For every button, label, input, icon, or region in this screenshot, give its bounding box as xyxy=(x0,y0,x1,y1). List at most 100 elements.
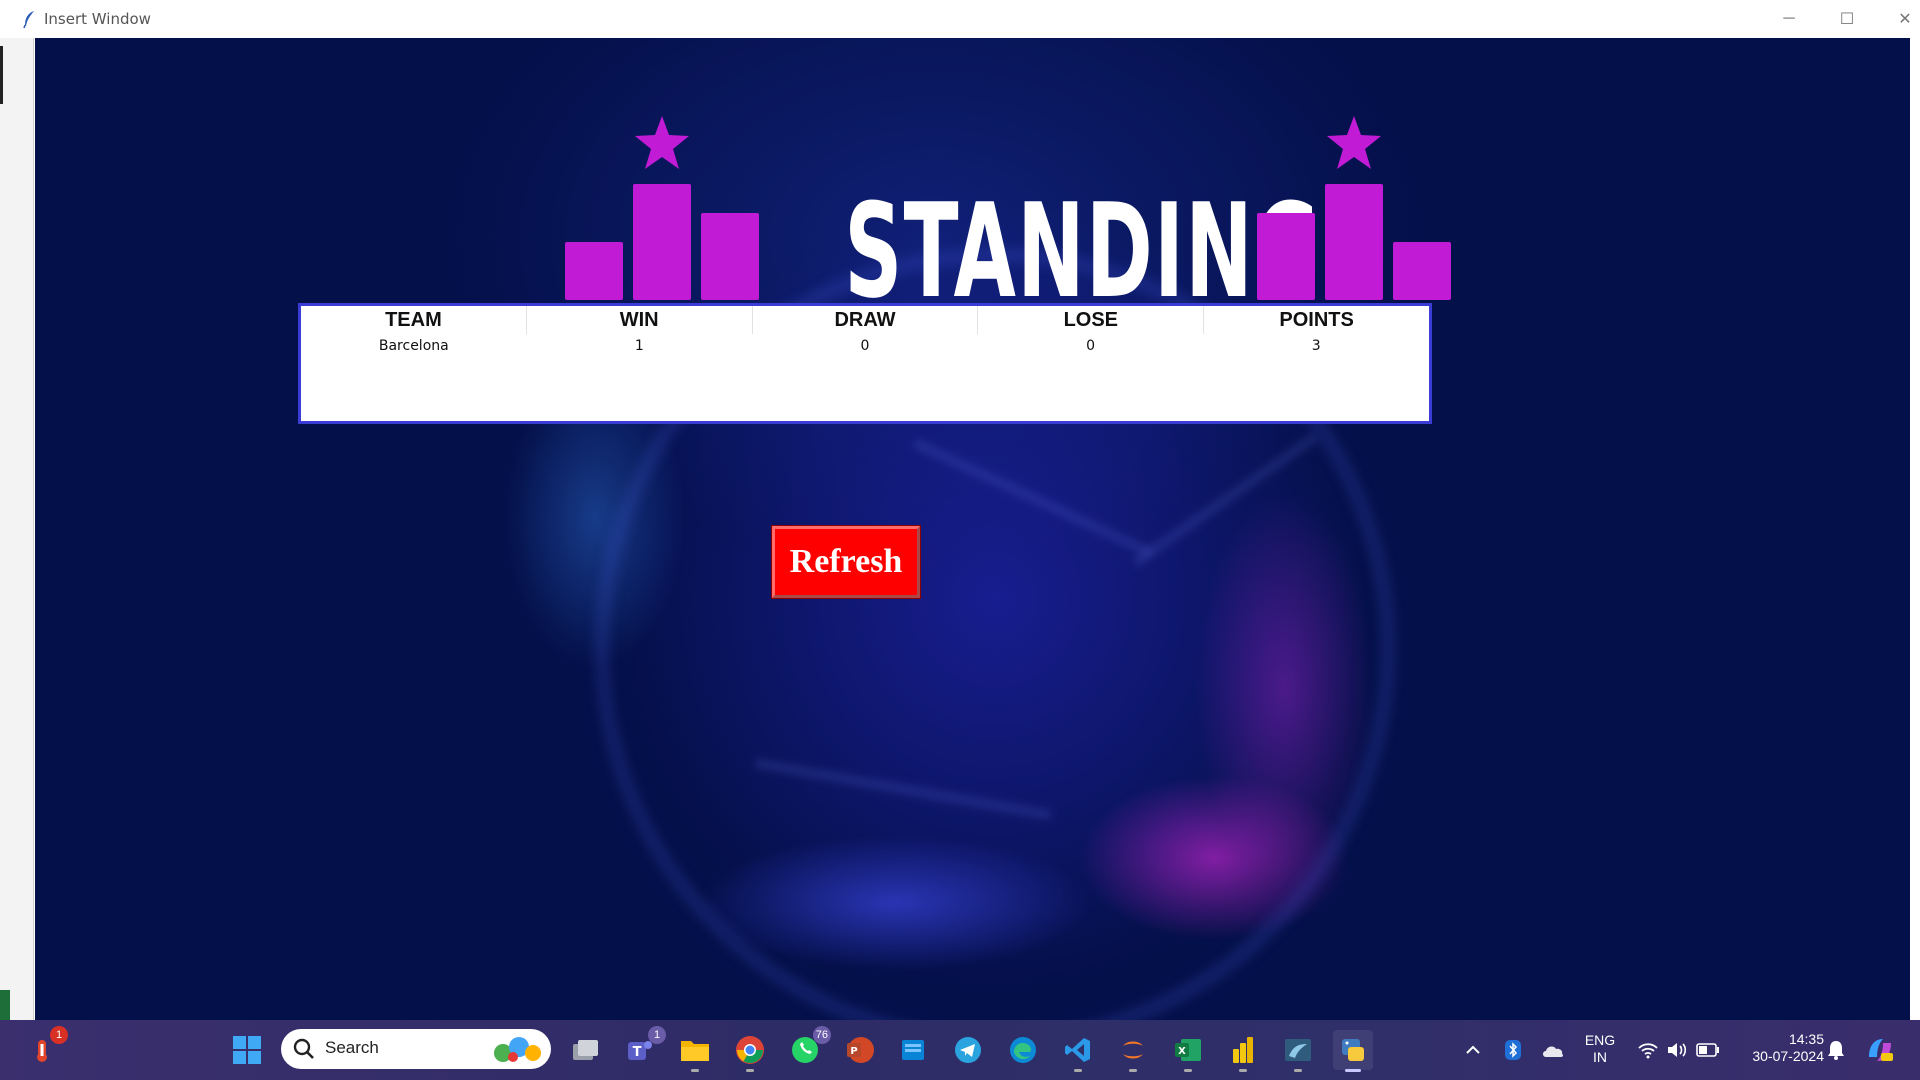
language-indicator[interactable]: ENG IN xyxy=(1578,1032,1622,1066)
running-indicator xyxy=(1074,1069,1082,1072)
bluetooth-icon xyxy=(1505,1040,1521,1060)
title-bar[interactable]: Insert Window ─ ☐ ✕ xyxy=(0,0,1920,38)
feather-icon xyxy=(23,11,34,29)
bluetooth-button[interactable] xyxy=(1493,1030,1533,1070)
taskbar-search[interactable]: Search xyxy=(281,1029,551,1069)
podium-bar xyxy=(1325,184,1383,300)
windows-logo-icon xyxy=(233,1036,261,1064)
cell-draw: 0 xyxy=(860,338,870,354)
chevron-up-icon xyxy=(1466,1045,1480,1054)
whatsapp-button[interactable]: 76 xyxy=(785,1026,831,1070)
edge-marker xyxy=(0,46,3,104)
python-icon xyxy=(1342,1039,1364,1061)
minimize-button[interactable]: ─ xyxy=(1760,0,1818,38)
excel-button[interactable]: X xyxy=(1168,1030,1208,1072)
maximize-icon: ☐ xyxy=(1839,11,1855,28)
search-placeholder: Search xyxy=(325,1038,379,1057)
cell-lose: 0 xyxy=(1086,338,1096,354)
jupyter-button[interactable] xyxy=(1113,1030,1153,1072)
svg-text:T: T xyxy=(633,1045,642,1060)
podium-bar xyxy=(633,184,691,300)
minimize-icon: ─ xyxy=(1783,10,1795,27)
standing-logo: STANDING xyxy=(525,68,1465,316)
running-indicator xyxy=(746,1069,754,1072)
vscode-icon xyxy=(1065,1038,1090,1062)
show-hidden-icons-button[interactable] xyxy=(1453,1030,1493,1070)
chrome-button[interactable] xyxy=(730,1030,770,1072)
powerbi-icon xyxy=(1233,1037,1253,1063)
task-view-button[interactable] xyxy=(565,1030,605,1070)
app-window: Insert Window ─ ☐ ✕ STANDING TEAM WIN DR… xyxy=(0,0,1920,1020)
maximize-button[interactable]: ☐ xyxy=(1818,0,1876,38)
podium-bar xyxy=(565,242,623,300)
notifications-button[interactable] xyxy=(1816,1030,1856,1070)
whatsapp-badge: 76 xyxy=(812,1026,831,1044)
standing-title: STANDING xyxy=(844,175,1322,327)
store-icon xyxy=(902,1040,924,1060)
powerpoint-icon: P xyxy=(847,1037,874,1063)
window-title: Insert Window xyxy=(44,10,151,28)
telegram-icon xyxy=(955,1037,981,1063)
widgets-button[interactable]: 1 xyxy=(22,1026,68,1070)
svg-text:X: X xyxy=(1178,1046,1186,1057)
file-explorer-button[interactable] xyxy=(675,1030,715,1072)
column-header-draw[interactable]: DRAW xyxy=(753,306,979,334)
jupyter-icon xyxy=(1123,1041,1143,1059)
battery-icon xyxy=(1696,1043,1719,1057)
column-header-points[interactable]: POINTS xyxy=(1204,306,1429,334)
folder-icon xyxy=(681,1041,709,1061)
teams-button[interactable]: T 1 xyxy=(620,1026,666,1070)
teams-badge: 1 xyxy=(648,1026,666,1044)
running-indicator xyxy=(691,1069,699,1072)
column-header-team[interactable]: TEAM xyxy=(301,306,527,334)
mysql-workbench-icon xyxy=(1285,1039,1311,1061)
task-view-icon xyxy=(573,1040,598,1060)
column-header-win[interactable]: WIN xyxy=(527,306,753,334)
copilot-button[interactable] xyxy=(1860,1030,1900,1070)
search-highlight-icon xyxy=(494,1037,541,1062)
edge-icon xyxy=(1010,1037,1036,1063)
battery-button[interactable] xyxy=(1688,1030,1728,1070)
running-indicator xyxy=(1129,1069,1137,1072)
bell-icon xyxy=(1828,1041,1844,1060)
wifi-icon xyxy=(1638,1043,1658,1059)
language-code: ENG xyxy=(1584,1032,1616,1048)
onedrive-button[interactable] xyxy=(1533,1030,1573,1070)
running-indicator xyxy=(1239,1069,1247,1072)
standings-table[interactable]: TEAM WIN DRAW LOSE POINTS Barcelona 1 0 … xyxy=(298,303,1432,424)
podium-bar xyxy=(1257,213,1315,300)
store-app-button[interactable] xyxy=(893,1030,933,1070)
window-left-edge xyxy=(0,38,34,1020)
column-header-lose[interactable]: LOSE xyxy=(978,306,1205,334)
star-icon xyxy=(635,116,689,169)
copilot-icon xyxy=(1869,1039,1893,1061)
edge-button[interactable] xyxy=(1003,1030,1043,1070)
start-button[interactable] xyxy=(227,1030,267,1070)
vscode-button[interactable] xyxy=(1058,1030,1098,1072)
chrome-icon xyxy=(736,1036,764,1064)
speaker-icon xyxy=(1668,1043,1687,1057)
mysql-workbench-button[interactable] xyxy=(1278,1030,1318,1072)
refresh-button[interactable]: Refresh xyxy=(772,526,920,598)
standings-canvas: STANDING TEAM WIN DRAW LOSE POINTS Barce… xyxy=(35,38,1910,1020)
close-icon: ✕ xyxy=(1898,11,1912,28)
cell-team: Barcelona xyxy=(378,338,449,354)
active-indicator xyxy=(1345,1069,1361,1072)
telegram-button[interactable] xyxy=(948,1030,988,1070)
table-row[interactable]: Barcelona 1 0 0 3 xyxy=(301,334,1429,358)
powerpoint-button[interactable]: P xyxy=(840,1030,880,1070)
clock[interactable]: 14:35 30-07-2024 xyxy=(1732,1031,1824,1065)
python-button[interactable] xyxy=(1333,1030,1373,1072)
clock-date: 30-07-2024 xyxy=(1752,1048,1824,1064)
running-indicator xyxy=(1294,1069,1302,1072)
star-icon xyxy=(1327,116,1381,169)
cloud-icon xyxy=(1543,1046,1564,1057)
clock-time: 14:35 xyxy=(1788,1031,1824,1047)
close-button[interactable]: ✕ xyxy=(1876,0,1920,38)
powerbi-button[interactable] xyxy=(1223,1030,1263,1072)
table-header: TEAM WIN DRAW LOSE POINTS xyxy=(301,306,1429,334)
excel-icon: X xyxy=(1175,1039,1201,1061)
podium-bar xyxy=(1393,242,1451,300)
edge-marker-green xyxy=(0,990,10,1020)
running-indicator xyxy=(1184,1069,1192,1072)
